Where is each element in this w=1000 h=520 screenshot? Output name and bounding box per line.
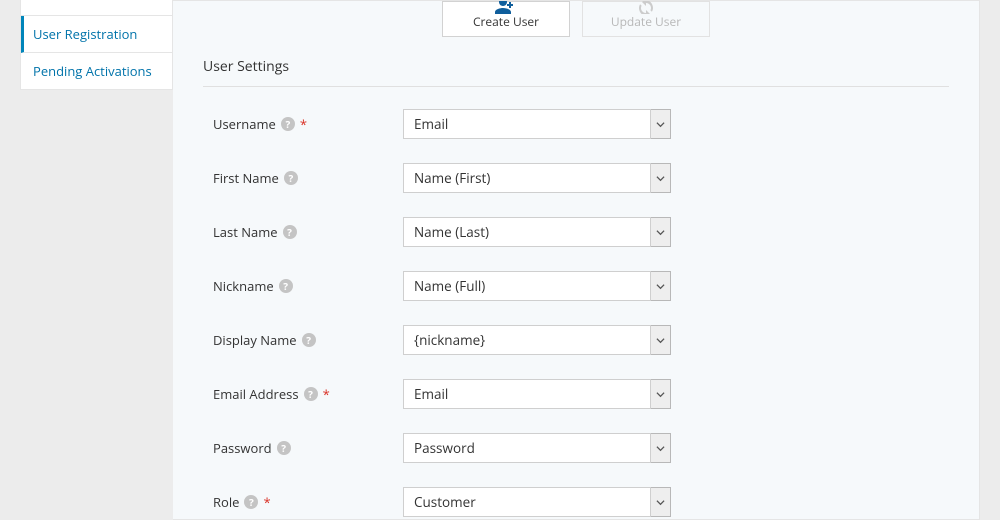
chevron-down-icon[interactable] bbox=[651, 487, 671, 517]
update-user-button: Update User bbox=[582, 1, 710, 37]
chevron-down-icon[interactable] bbox=[651, 217, 671, 247]
chevron-down-icon[interactable] bbox=[651, 379, 671, 409]
form-row-display-name: Display Name ? {nickname} bbox=[203, 325, 949, 355]
create-user-button[interactable]: Create User bbox=[442, 1, 570, 37]
form-row-password: Password ? Password bbox=[203, 433, 949, 463]
control-nickname: Name (Full) bbox=[403, 271, 671, 301]
label-text: Nickname bbox=[213, 277, 274, 295]
chevron-down-icon[interactable] bbox=[651, 163, 671, 193]
chevron-down-icon[interactable] bbox=[651, 271, 671, 301]
label-password: Password ? bbox=[213, 439, 403, 457]
email-select[interactable]: Email bbox=[403, 379, 671, 409]
control-username: Email bbox=[403, 109, 671, 139]
sidebar-tab-pending-activations[interactable]: Pending Activations bbox=[21, 53, 172, 89]
control-display-name: {nickname} bbox=[403, 325, 671, 355]
label-display-name: Display Name ? bbox=[213, 331, 403, 349]
label-nickname: Nickname ? bbox=[213, 277, 403, 295]
sidebar-tab-label: User Registration bbox=[33, 25, 137, 43]
refresh-icon bbox=[637, 0, 655, 18]
required-asterisk: * bbox=[263, 493, 270, 511]
help-icon[interactable]: ? bbox=[283, 225, 297, 239]
required-asterisk: * bbox=[300, 115, 307, 133]
form-row-nickname: Nickname ? Name (Full) bbox=[203, 271, 949, 301]
section-title-text: User Settings bbox=[203, 57, 289, 76]
chevron-down-icon[interactable] bbox=[651, 325, 671, 355]
label-text: First Name bbox=[213, 169, 279, 187]
help-icon[interactable]: ? bbox=[279, 279, 293, 293]
help-icon[interactable]: ? bbox=[284, 171, 298, 185]
select-value: {nickname} bbox=[403, 325, 651, 355]
form-row-first-name: First Name ? Name (First) bbox=[203, 163, 949, 193]
form-row-role: Role ? * Customer bbox=[203, 487, 949, 517]
label-username: Username ? * bbox=[213, 115, 403, 133]
sidebar-blank-top bbox=[21, 0, 172, 16]
select-value: Email bbox=[403, 109, 651, 139]
username-select[interactable]: Email bbox=[403, 109, 671, 139]
help-icon[interactable]: ? bbox=[304, 387, 318, 401]
sidebar-tab-user-registration[interactable]: User Registration bbox=[21, 16, 172, 53]
last-name-select[interactable]: Name (Last) bbox=[403, 217, 671, 247]
form-row-email: Email Address ? * Email bbox=[203, 379, 949, 409]
help-icon[interactable]: ? bbox=[302, 333, 316, 347]
label-text: Username bbox=[213, 115, 276, 133]
select-value: Customer bbox=[403, 487, 651, 517]
select-value: Name (Last) bbox=[403, 217, 651, 247]
chevron-down-icon[interactable] bbox=[651, 109, 671, 139]
control-password: Password bbox=[403, 433, 671, 463]
main-panel: Create User Update User User Settings Us… bbox=[173, 0, 980, 520]
label-text: Password bbox=[213, 439, 272, 457]
password-select[interactable]: Password bbox=[403, 433, 671, 463]
control-email: Email bbox=[403, 379, 671, 409]
display-name-select[interactable]: {nickname} bbox=[403, 325, 671, 355]
select-value: Password bbox=[403, 433, 651, 463]
help-icon[interactable]: ? bbox=[281, 117, 295, 131]
control-role: Customer bbox=[403, 487, 671, 517]
help-icon[interactable]: ? bbox=[277, 441, 291, 455]
control-first-name: Name (First) bbox=[403, 163, 671, 193]
sidebar: User Registration Pending Activations bbox=[20, 0, 173, 520]
label-text: Last Name bbox=[213, 223, 278, 241]
nickname-select[interactable]: Name (Full) bbox=[403, 271, 671, 301]
form-row-last-name: Last Name ? Name (Last) bbox=[203, 217, 949, 247]
label-email: Email Address ? * bbox=[213, 385, 403, 403]
chevron-down-icon[interactable] bbox=[651, 433, 671, 463]
first-name-select[interactable]: Name (First) bbox=[403, 163, 671, 193]
form-row-username: Username ? * Email bbox=[203, 109, 949, 139]
label-role: Role ? * bbox=[213, 493, 403, 511]
section-title: User Settings bbox=[203, 57, 949, 87]
label-first-name: First Name ? bbox=[213, 169, 403, 187]
required-asterisk: * bbox=[323, 385, 330, 403]
label-text: Display Name bbox=[213, 331, 297, 349]
sidebar-tab-label: Pending Activations bbox=[33, 62, 152, 80]
help-icon[interactable]: ? bbox=[244, 495, 258, 509]
select-value: Name (Full) bbox=[403, 271, 651, 301]
select-value: Email bbox=[403, 379, 651, 409]
role-select[interactable]: Customer bbox=[403, 487, 671, 517]
select-value: Name (First) bbox=[403, 163, 651, 193]
control-last-name: Name (Last) bbox=[403, 217, 671, 247]
user-plus-icon bbox=[495, 0, 517, 18]
label-text: Role bbox=[213, 493, 239, 511]
label-last-name: Last Name ? bbox=[213, 223, 403, 241]
label-text: Email Address bbox=[213, 385, 299, 403]
top-button-row: Create User Update User bbox=[203, 1, 949, 57]
